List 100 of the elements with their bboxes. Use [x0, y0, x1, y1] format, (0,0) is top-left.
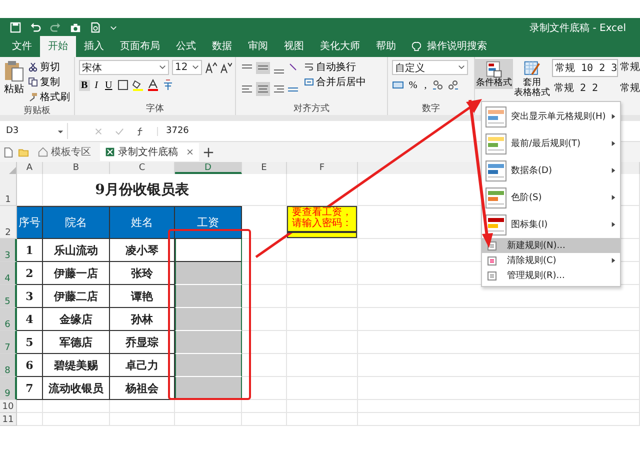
format-painter-button[interactable]: 格式刷 [28, 90, 70, 104]
ribbon-tab[interactable]: 美化大师 [312, 36, 368, 57]
conditional-formatting-button[interactable]: 条件格式 [475, 59, 513, 89]
print-preview-icon[interactable] [90, 22, 101, 33]
ribbon-tab[interactable]: 帮助 [368, 36, 404, 57]
number-format-field[interactable]: 自定义 [392, 60, 468, 75]
cell-style[interactable]: 常规 2 2 [552, 80, 618, 96]
new-file-icon[interactable] [3, 146, 14, 158]
grid-cell[interactable] [242, 354, 287, 377]
merge-center-button[interactable]: 合并后居中 [304, 75, 366, 89]
function-icon[interactable] [136, 126, 145, 136]
paste-button[interactable]: 粘贴 [4, 60, 24, 96]
grid-cell[interactable] [287, 331, 358, 354]
grid-cell[interactable] [242, 239, 287, 262]
row-header[interactable]: 1 [0, 174, 17, 206]
column-header[interactable]: B [43, 162, 110, 174]
grid-cell[interactable] [242, 413, 287, 426]
menu-item[interactable]: 图标集(I) [482, 211, 620, 238]
grid-cell[interactable] [358, 413, 640, 426]
ribbon-tab[interactable]: 数据 [204, 36, 240, 57]
file-tab[interactable]: 录制文件底稿 [100, 143, 199, 161]
save-icon[interactable] [10, 22, 21, 33]
ribbon-tab[interactable]: 审阅 [240, 36, 276, 57]
cell-style[interactable]: 常规 [618, 80, 640, 96]
italic-button[interactable]: I [92, 80, 100, 90]
grid-cell[interactable] [175, 413, 242, 426]
grid-cell[interactable] [287, 354, 358, 377]
grid-cell[interactable] [242, 331, 287, 354]
row-header[interactable]: 5 [0, 285, 17, 308]
menu-item[interactable]: 新建规则(N)... [482, 238, 620, 253]
grid-cell[interactable] [287, 285, 358, 308]
font-size-field[interactable]: 12 [172, 60, 202, 75]
cell-style[interactable]: 常规 10 2 3 [552, 59, 618, 77]
grid-cell[interactable] [287, 400, 358, 413]
grid-cell[interactable] [287, 377, 358, 400]
ribbon-tab[interactable]: 公式 [168, 36, 204, 57]
row-header[interactable]: 8 [0, 354, 17, 377]
menu-item[interactable]: 管理规则(R)... [482, 268, 620, 283]
grid-cell[interactable] [287, 308, 358, 331]
shrink-font-icon[interactable] [220, 62, 232, 74]
grid-cell[interactable] [17, 400, 43, 413]
grid-cell[interactable] [242, 174, 287, 206]
menu-item[interactable]: 色阶(S) [482, 184, 620, 211]
menu-item[interactable]: 突出显示单元格规则(H) [482, 103, 620, 130]
grid-cell[interactable] [43, 413, 110, 426]
grid-cell[interactable] [110, 413, 175, 426]
decrease-decimal-icon[interactable] [446, 79, 459, 91]
menu-item[interactable]: 数据条(D) [482, 157, 620, 184]
row-header[interactable]: 7 [0, 331, 17, 354]
format-as-table-button[interactable]: 套用 表格格式 [513, 59, 551, 99]
menu-item[interactable]: 最前/最后规则(T) [482, 130, 620, 157]
salary-cell[interactable] [175, 377, 242, 400]
name-box[interactable]: D3 [3, 123, 68, 139]
redo-icon[interactable] [50, 22, 61, 33]
percent-button[interactable]: % [406, 80, 420, 90]
ribbon-tab[interactable]: 视图 [276, 36, 312, 57]
grid-cell[interactable] [43, 400, 110, 413]
fill-bucket-icon[interactable] [132, 79, 144, 91]
salary-cell[interactable] [175, 331, 242, 354]
column-header[interactable]: E [242, 162, 287, 174]
lightbulb-icon[interactable] [412, 41, 421, 53]
formula-field[interactable]: 3726 [158, 126, 189, 136]
grid-cell[interactable] [110, 400, 175, 413]
grid-cell[interactable] [358, 377, 640, 400]
font-name-field[interactable]: 宋体 [79, 60, 169, 75]
ribbon-tab[interactable]: 开始 [40, 36, 76, 57]
row-header[interactable]: 10 [0, 400, 17, 413]
grid-cell[interactable] [242, 285, 287, 308]
wrap-text-button[interactable]: 自动换行 [304, 60, 366, 74]
ribbon-tab[interactable]: 页面布局 [112, 36, 168, 57]
caret-icon[interactable] [57, 128, 64, 134]
caret-icon[interactable] [159, 64, 166, 71]
border-icon[interactable] [117, 79, 130, 91]
cell-style[interactable]: 常规 [618, 59, 640, 77]
ribbon-tab[interactable]: 插入 [76, 36, 112, 57]
grow-font-icon[interactable] [205, 62, 217, 74]
grid-cell[interactable] [358, 308, 640, 331]
row-header[interactable]: 4 [0, 262, 17, 285]
underline-button[interactable]: U [103, 80, 114, 90]
salary-cell[interactable] [175, 354, 242, 377]
row-header[interactable]: 11 [0, 413, 17, 426]
customize-caret-icon[interactable] [110, 24, 117, 31]
currency-icon[interactable] [392, 79, 404, 91]
row-header[interactable]: 2 [0, 206, 17, 239]
cut-button[interactable]: 剪切 [28, 60, 70, 74]
row-header[interactable]: 9 [0, 377, 17, 400]
row-header[interactable]: 3 [0, 239, 17, 262]
column-header[interactable]: F [287, 162, 358, 174]
salary-cell[interactable] [175, 262, 242, 285]
add-tab-icon[interactable] [203, 146, 214, 158]
undo-icon[interactable] [30, 22, 41, 33]
phonetic-icon[interactable] [162, 79, 174, 91]
grid-cell[interactable] [287, 239, 358, 262]
grid-cell[interactable] [17, 413, 43, 426]
column-header[interactable]: D [175, 162, 242, 174]
close-icon[interactable] [186, 148, 194, 156]
increase-decimal-icon[interactable] [432, 79, 444, 91]
grid-cell[interactable] [242, 262, 287, 285]
caret-icon[interactable] [458, 64, 465, 71]
comma-button[interactable]: , [422, 80, 429, 90]
